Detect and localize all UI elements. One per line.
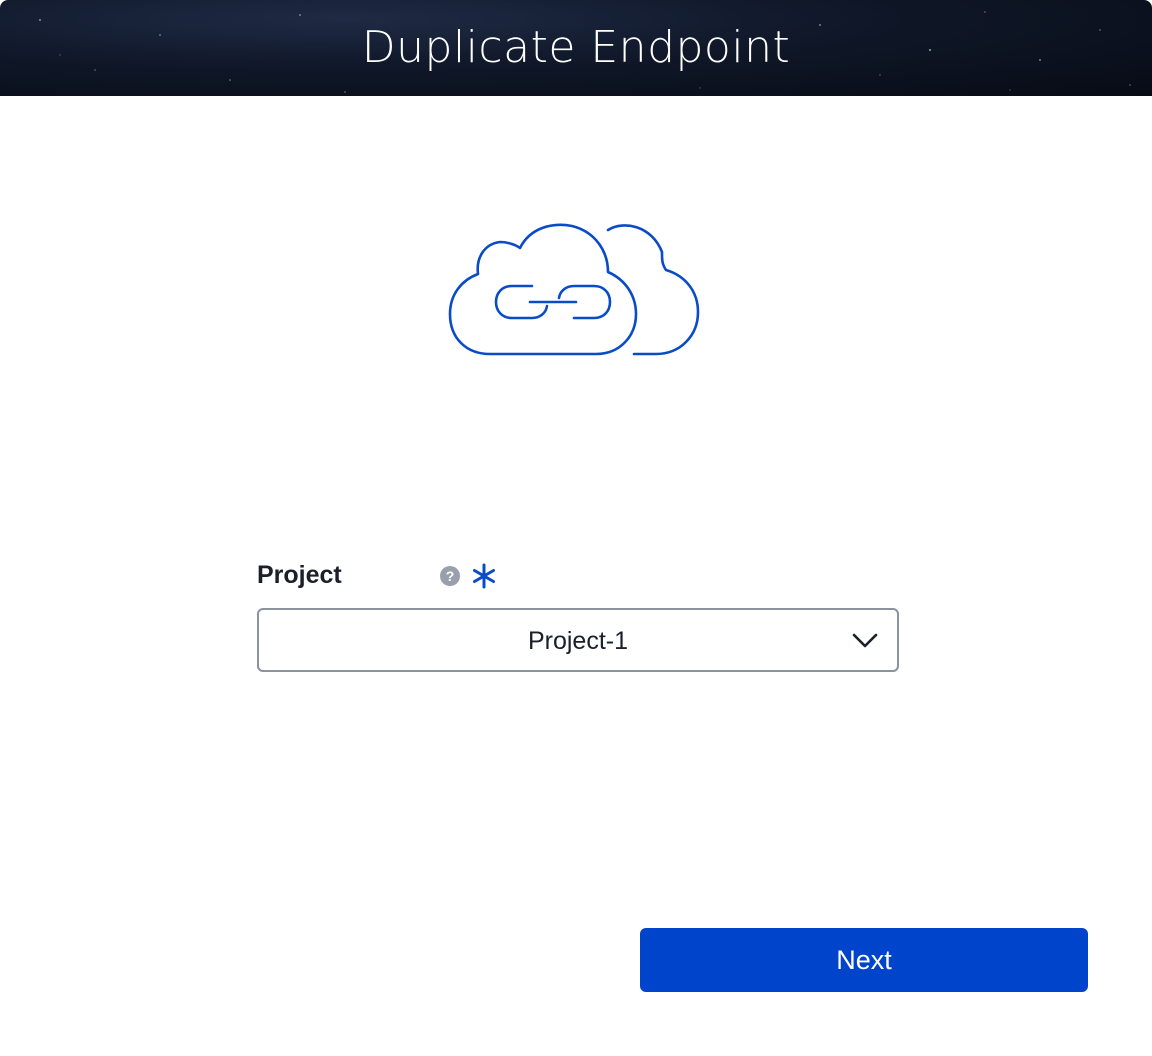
- question-circle-icon[interactable]: ?: [440, 566, 460, 586]
- project-select[interactable]: Project-1: [257, 608, 899, 672]
- asterisk-icon: [473, 563, 495, 589]
- dialog-header: Duplicate Endpoint: [0, 0, 1152, 96]
- duplicate-endpoint-dialog: Duplicate Endpoint Project ? Project-1 N…: [0, 0, 1152, 1056]
- cloud-link-icon: [448, 223, 700, 356]
- project-select-value: Project-1: [527, 627, 629, 655]
- next-button[interactable]: Next: [640, 928, 1088, 992]
- project-label: Project: [257, 561, 342, 589]
- chevron-down-icon: [852, 633, 878, 648]
- dialog-title: Duplicate Endpoint: [361, 22, 791, 73]
